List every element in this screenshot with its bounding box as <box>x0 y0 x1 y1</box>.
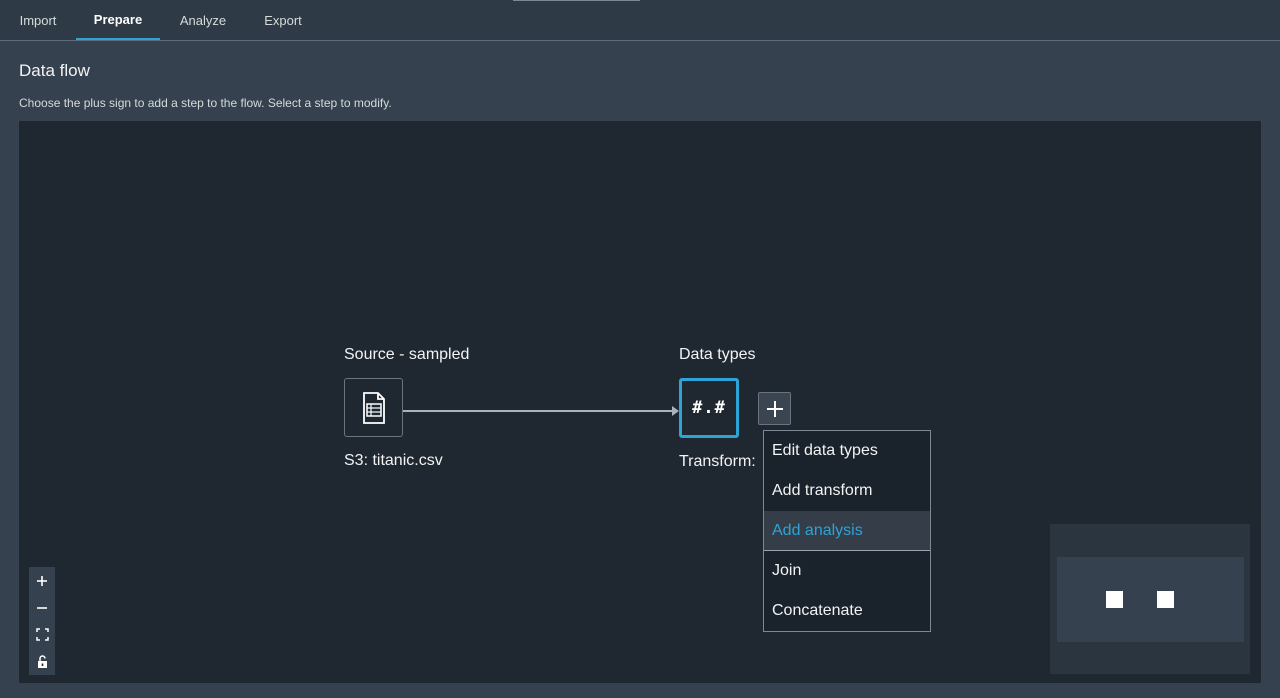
minimap-source-node <box>1106 591 1123 608</box>
page-description: Choose the plus sign to add a step to th… <box>19 96 392 110</box>
tab-prepare[interactable]: Prepare <box>76 0 160 40</box>
menu-item-add-transform[interactable]: Add transform <box>764 471 930 511</box>
connector-arrow-icon <box>672 406 679 416</box>
minimap-viewport[interactable] <box>1057 557 1244 642</box>
menu-item-join[interactable]: Join <box>764 551 930 591</box>
minimap-step-node <box>1157 591 1174 608</box>
data-types-icon: #.# <box>692 398 726 418</box>
csv-file-icon <box>362 391 385 424</box>
lock-button[interactable] <box>29 648 55 675</box>
zoom-out-button[interactable] <box>29 594 55 621</box>
flow-canvas[interactable]: Source - sampled S3: titanic.csv Data ty… <box>19 121 1261 683</box>
source-node-title: Source - sampled <box>344 346 470 363</box>
tab-export[interactable]: Export <box>246 0 320 40</box>
page-title: Data flow <box>19 61 90 80</box>
add-step-menu: Edit data types Add transform Add analys… <box>763 430 931 632</box>
zoom-controls <box>29 567 55 675</box>
lock-icon <box>37 655 47 668</box>
tab-bar: Import Prepare Analyze Export <box>0 0 1280 41</box>
plus-icon <box>766 400 783 417</box>
menu-item-concatenate[interactable]: Concatenate <box>764 591 930 631</box>
source-node[interactable] <box>344 378 403 437</box>
flow-connector <box>403 410 674 412</box>
data-types-node[interactable]: #.# <box>679 378 739 438</box>
menu-item-edit-data-types[interactable]: Edit data types <box>764 431 930 471</box>
fit-view-button[interactable] <box>29 621 55 648</box>
zoom-in-icon <box>37 575 47 586</box>
add-step-button[interactable] <box>758 392 791 425</box>
source-node-subtitle: S3: titanic.csv <box>344 452 443 469</box>
zoom-in-button[interactable] <box>29 567 55 594</box>
data-types-node-title: Data types <box>679 346 756 363</box>
tab-import[interactable]: Import <box>0 0 76 40</box>
data-types-node-subtitle: Transform: <box>679 453 756 470</box>
minimap[interactable] <box>1050 524 1250 674</box>
tab-analyze[interactable]: Analyze <box>162 0 244 40</box>
zoom-out-icon <box>37 606 47 609</box>
top-border-highlight <box>513 0 640 1</box>
fit-view-icon <box>35 628 49 641</box>
menu-item-add-analysis[interactable]: Add analysis <box>764 511 930 551</box>
